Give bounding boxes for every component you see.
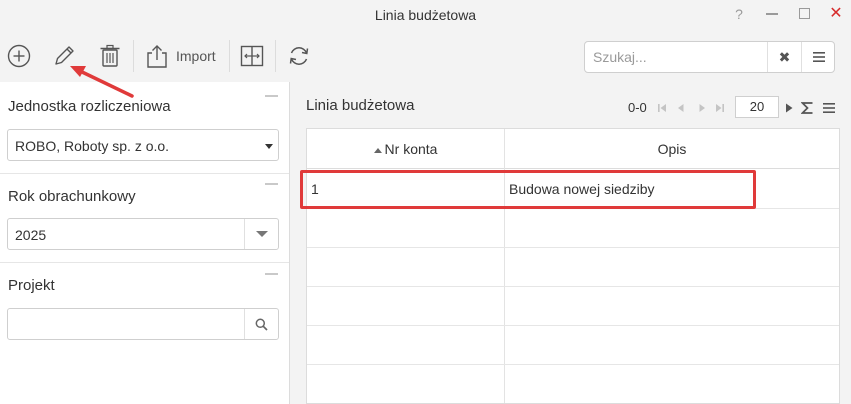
add-icon	[7, 44, 31, 68]
year-select[interactable]: 2025	[7, 218, 279, 250]
minimize-icon	[766, 13, 778, 15]
search-input[interactable]	[585, 42, 767, 72]
help-button[interactable]: ?	[729, 4, 749, 24]
year-title: Rok obrachunkowy	[8, 188, 136, 205]
pager-count: 0-0	[628, 100, 647, 115]
year-section: Rok obrachunkowy 2025	[0, 174, 289, 262]
toolbar-separator	[229, 40, 230, 72]
first-page-icon[interactable]	[656, 102, 668, 114]
column-header-account[interactable]: Nr konta	[307, 129, 504, 169]
split-icon	[240, 45, 264, 67]
grid-menu-icon[interactable]	[823, 102, 835, 114]
minimize-button[interactable]	[762, 3, 782, 23]
search-box: ✖	[584, 41, 835, 73]
table-row	[307, 365, 839, 404]
column-header-description[interactable]: Opis	[505, 129, 839, 169]
collapse-year-button[interactable]	[265, 183, 278, 185]
row-highlight-annotation	[300, 170, 756, 209]
clear-search-button[interactable]: ✖	[767, 42, 801, 72]
next-page-icon[interactable]	[696, 102, 708, 114]
toolbar-separator	[275, 40, 276, 72]
prev-page-icon[interactable]	[675, 102, 687, 114]
clear-icon: ✖	[778, 48, 791, 65]
column-label: Nr konta	[384, 141, 438, 157]
page-size-arrow-icon[interactable]	[783, 102, 795, 114]
refresh-icon	[289, 47, 309, 65]
year-value: 2025	[15, 227, 47, 243]
window: Linia budżetowa ? ✕ Import Szukaj... ✖ J…	[0, 0, 851, 404]
column-label: Opis	[657, 141, 687, 157]
unit-select[interactable]: ROBO, Roboty sp. z o.o.	[7, 129, 279, 161]
title-bar: Linia budżetowa ? ✕	[0, 0, 851, 32]
collapse-unit-button[interactable]	[265, 95, 278, 97]
filter-panel: Jednostka rozliczeniowa ROBO, Roboty sp.…	[0, 82, 290, 404]
split-button[interactable]	[238, 42, 266, 70]
table-row	[307, 326, 839, 365]
menu-icon	[812, 52, 825, 62]
grid-title: Linia budżetowa	[306, 97, 415, 114]
project-search-button[interactable]	[244, 309, 278, 339]
grid-panel: Linia budżetowa 0-0 20 Nr konta Opis 1 B…	[291, 82, 851, 404]
table-row	[307, 287, 839, 326]
maximize-icon	[798, 8, 810, 19]
close-button[interactable]: ✕	[826, 4, 846, 24]
search-menu-button[interactable]	[801, 42, 835, 72]
window-title: Linia budżetowa	[374, 7, 477, 23]
import-label[interactable]: Import	[176, 48, 216, 64]
year-dropdown-button[interactable]	[244, 219, 278, 249]
project-title: Projekt	[8, 277, 55, 294]
last-page-icon[interactable]	[714, 102, 726, 114]
project-field[interactable]	[7, 308, 279, 340]
chevron-down-icon	[265, 144, 273, 149]
search-icon	[255, 318, 268, 331]
grid-header: Nr konta Opis	[307, 129, 839, 169]
page-size-input[interactable]: 20	[735, 96, 779, 118]
add-button[interactable]	[5, 42, 33, 70]
annotation-arrow-icon	[70, 66, 134, 98]
refresh-button[interactable]	[285, 42, 313, 70]
collapse-project-button[interactable]	[265, 273, 278, 275]
chevron-down-icon	[255, 231, 268, 237]
sort-asc-icon	[373, 147, 382, 153]
table-row	[307, 209, 839, 248]
sum-icon[interactable]	[801, 101, 814, 115]
table-row	[307, 248, 839, 287]
project-section: Projekt	[0, 263, 289, 353]
unit-value: ROBO, Roboty sp. z o.o.	[15, 138, 170, 154]
maximize-button[interactable]	[794, 4, 814, 24]
